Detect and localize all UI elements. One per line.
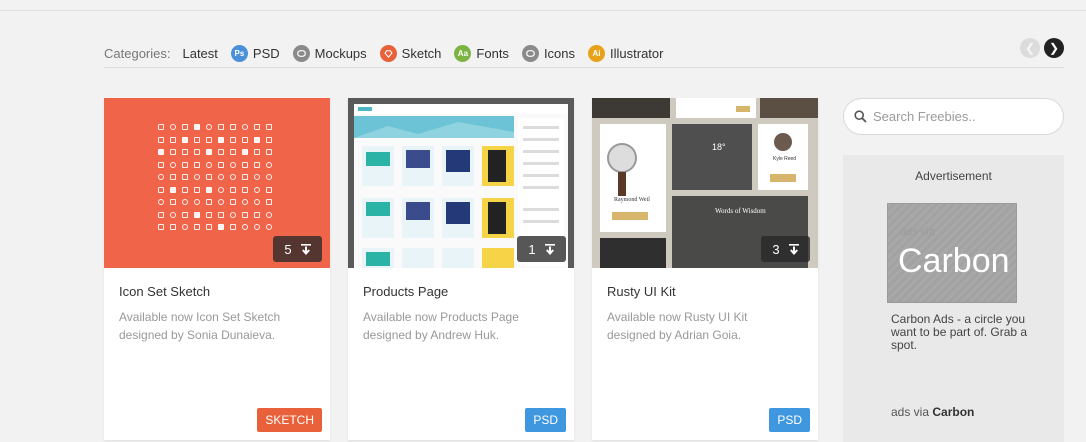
card-thumbnail[interactable]: Raymond Weil 18° Kyle Reed Words of Wisd… (592, 98, 818, 268)
card-description: Available now Rusty UI Kit designed by A… (607, 310, 748, 342)
card-title[interactable]: Products Page (363, 284, 448, 299)
download-icon (788, 243, 799, 255)
ad-text[interactable]: Carbon Ads - a circle you want to be par… (891, 313, 1051, 352)
category-mockups[interactable]: Mockups (292, 45, 367, 62)
chevron-right-icon[interactable]: ❯ (1044, 38, 1064, 58)
weather-temp: 18° (712, 142, 726, 152)
download-icon (544, 243, 555, 255)
category-nav: ❮ ❯ (1020, 38, 1064, 58)
category-icons[interactable]: Icons (521, 45, 576, 62)
ad-via-brand: Carbon (932, 405, 975, 419)
icons-icon (521, 45, 539, 62)
card-description: Available now Icon Set Sketch designed b… (119, 310, 281, 342)
category-illustrator[interactable]: Ai Illustrator (588, 45, 663, 62)
words-title: Words of Wisdom (715, 207, 766, 215)
illustrator-icon: Ai (588, 45, 606, 62)
profile-name: Kyle Reed (773, 156, 797, 162)
category-tag[interactable]: SKETCH (257, 408, 322, 432)
category-fonts-label: Fonts (476, 46, 509, 61)
ad-via[interactable]: ads via Carbon (891, 405, 974, 419)
category-latest[interactable]: Latest (182, 46, 217, 61)
categories-label: Categories: (104, 46, 171, 61)
download-icon (300, 243, 311, 255)
ad-logo-small: ads via (900, 226, 935, 238)
card-thumbnail[interactable]: 5 (104, 98, 330, 268)
freebie-card[interactable]: Raymond Weil 18° Kyle Reed Words of Wisd… (592, 98, 818, 440)
category-psd-label: PSD (252, 46, 280, 61)
advertisement-box: Advertisement ads via Carbon Carbon Ads … (843, 155, 1064, 442)
category-sketch[interactable]: Sketch (379, 45, 442, 62)
ad-image[interactable]: ads via Carbon (887, 203, 1017, 303)
category-fonts[interactable]: Aa Fonts (454, 45, 509, 62)
psd-icon: Ps (230, 45, 248, 62)
download-count-value: 5 (284, 241, 292, 257)
mockups-icon (292, 45, 310, 62)
category-latest-label: Latest (182, 46, 218, 61)
category-bar: Categories: Latest Ps PSD Mockups Sketch… (104, 38, 1064, 68)
category-sketch-label: Sketch (401, 46, 442, 61)
card-thumbnail[interactable]: 1 (348, 98, 574, 268)
category-illustrator-label: Illustrator (610, 46, 664, 61)
card-title[interactable]: Rusty UI Kit (607, 284, 676, 299)
download-count-value: 1 (528, 241, 536, 257)
fonts-icon: Aa (454, 45, 472, 62)
category-psd[interactable]: Ps PSD (230, 45, 280, 62)
card-title[interactable]: Icon Set Sketch (119, 284, 210, 299)
freebies-page: Categories: Latest Ps PSD Mockups Sketch… (0, 0, 1086, 442)
category-tag[interactable]: PSD (769, 408, 810, 432)
category-icons-label: Icons (543, 46, 576, 61)
search-input[interactable] (873, 109, 1053, 124)
category-mockups-label: Mockups (314, 46, 367, 61)
download-count-value: 3 (772, 241, 780, 257)
download-count: 3 (761, 236, 810, 262)
search-box[interactable] (843, 98, 1064, 135)
ad-via-prefix: ads via (891, 405, 930, 419)
category-tag[interactable]: PSD (525, 408, 566, 432)
search-icon (854, 110, 867, 123)
card-description: Available now Products Page designed by … (363, 310, 519, 342)
sketch-icon (379, 45, 397, 62)
watch-name: Raymond Weil (614, 197, 650, 203)
top-divider (0, 10, 1086, 11)
icon-set-preview (158, 124, 278, 237)
freebie-card[interactable]: 1 Products Page Available now Products P… (348, 98, 574, 440)
advertisement-heading: Advertisement (915, 169, 992, 183)
chevron-left-icon[interactable]: ❮ (1020, 38, 1040, 58)
download-count: 5 (273, 236, 322, 262)
freebie-card[interactable]: 5 Icon Set Sketch Available now Icon Set… (104, 98, 330, 440)
download-count: 1 (517, 236, 566, 262)
ad-logo: Carbon (898, 242, 1010, 280)
